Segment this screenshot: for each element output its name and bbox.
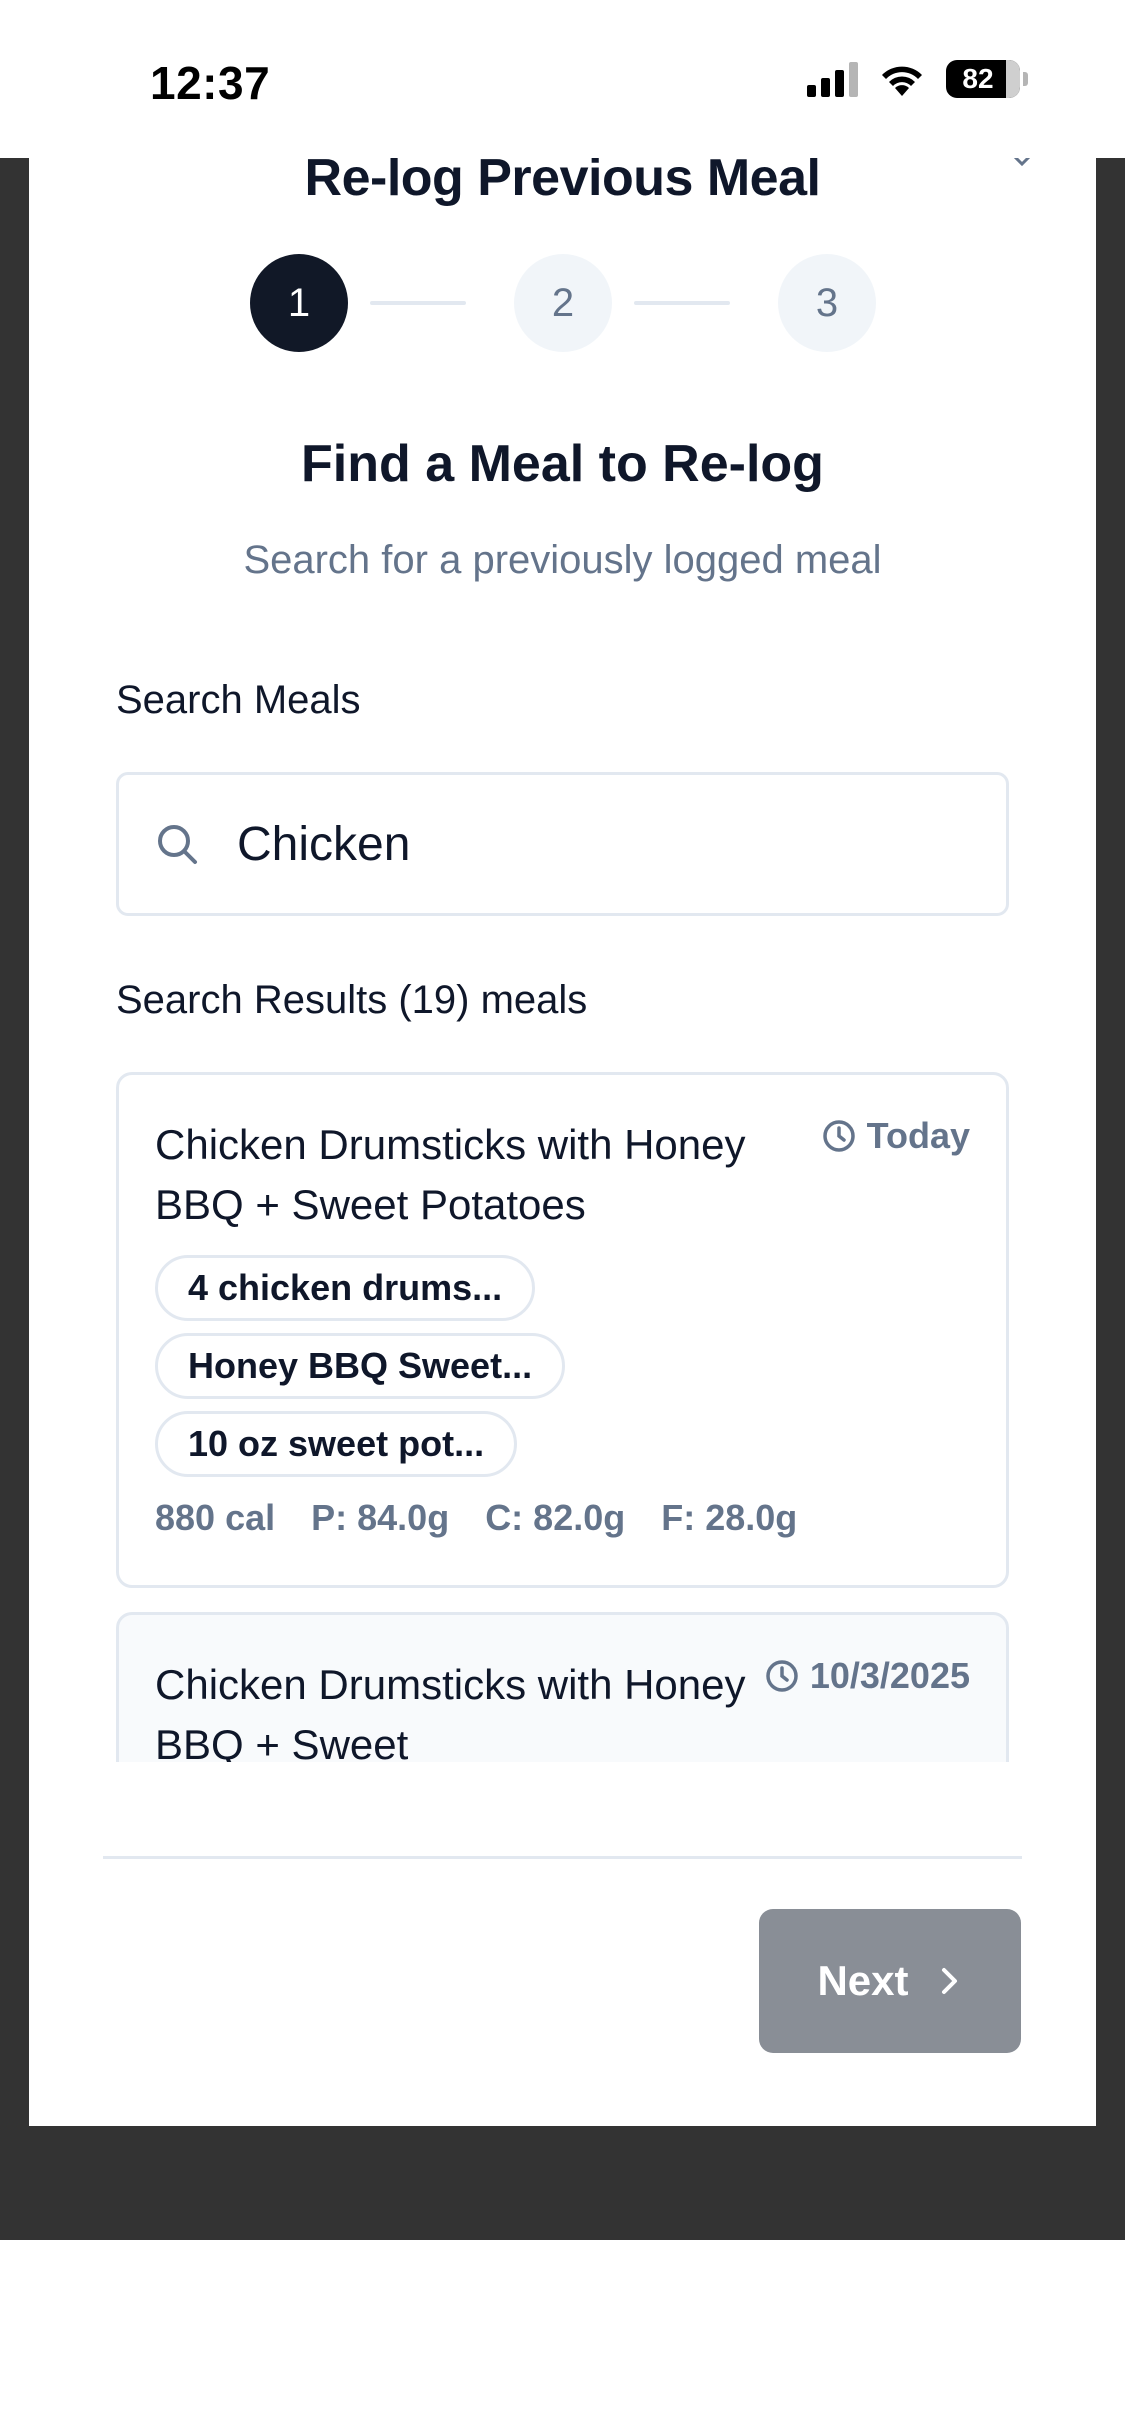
next-button-label: Next [817,1957,909,2004]
results-label: Search Results (19) meals [116,978,588,1022]
ingredient-chip: 4 chicken drums... [155,1255,536,1321]
results-list[interactable]: Chicken Drumsticks with Honey BBQ + Swee… [116,1072,1009,1762]
meal-result-card[interactable]: Chicken Drumsticks with Honey BBQ + Swee… [116,1072,1009,1588]
cellular-signal-icon [807,61,858,97]
fat: F: 28.0g [661,1497,798,1538]
battery-level: 82 [962,63,994,94]
status-bar: 12:37 82 [0,0,1125,158]
search-input[interactable] [237,816,937,872]
step-connector [370,301,466,305]
ingredient-chip: 10 oz sweet pot... [155,1411,518,1477]
step-indicator: 1 2 3 [250,254,876,352]
wifi-icon [882,66,922,96]
step-heading: Find a Meal to Re-log [301,435,824,493]
search-label: Search Meals [116,678,361,722]
meal-date: Today [821,1115,970,1157]
meal-date-text: Today [866,1115,970,1156]
step-1: 1 [250,254,348,352]
chevron-right-icon [941,1968,957,1994]
battery-icon: 82 [946,60,1028,98]
status-time: 12:37 [150,57,271,109]
step-connector [634,301,730,305]
meal-result-card[interactable]: Chicken Drumsticks with Honey BBQ + Swee… [116,1612,1009,1762]
step-subheading: Search for a previously logged meal [243,538,882,582]
meal-date: 10/3/2025 [764,1655,970,1697]
calories: 880 cal [155,1497,276,1538]
clock-icon [766,1660,798,1692]
step-3: 3 [778,254,876,352]
search-field[interactable] [116,772,1009,916]
meal-title: Chicken Drumsticks with Honey BBQ + Swee… [155,1121,746,1228]
macro-summary: 880 cal P: 84.0g C: 82.0g F: 28.0g [155,1497,797,1539]
step-2: 2 [514,254,612,352]
status-icons: 82 [807,60,1028,98]
meal-title: Chicken Drumsticks with Honey BBQ + Swee… [155,1661,746,1762]
next-button[interactable]: Next [759,1909,1021,2053]
carbs: C: 82.0g [485,1497,626,1538]
ingredient-chips: 4 chicken drums... Honey BBQ Sweet... 10… [155,1255,566,1477]
footer-divider [103,1856,1022,1859]
ingredient-chip: Honey BBQ Sweet... [155,1333,566,1399]
protein: P: 84.0g [311,1497,450,1538]
search-icon [158,825,197,864]
meal-date-text: 10/3/2025 [809,1655,970,1696]
clock-icon [822,1120,855,1152]
